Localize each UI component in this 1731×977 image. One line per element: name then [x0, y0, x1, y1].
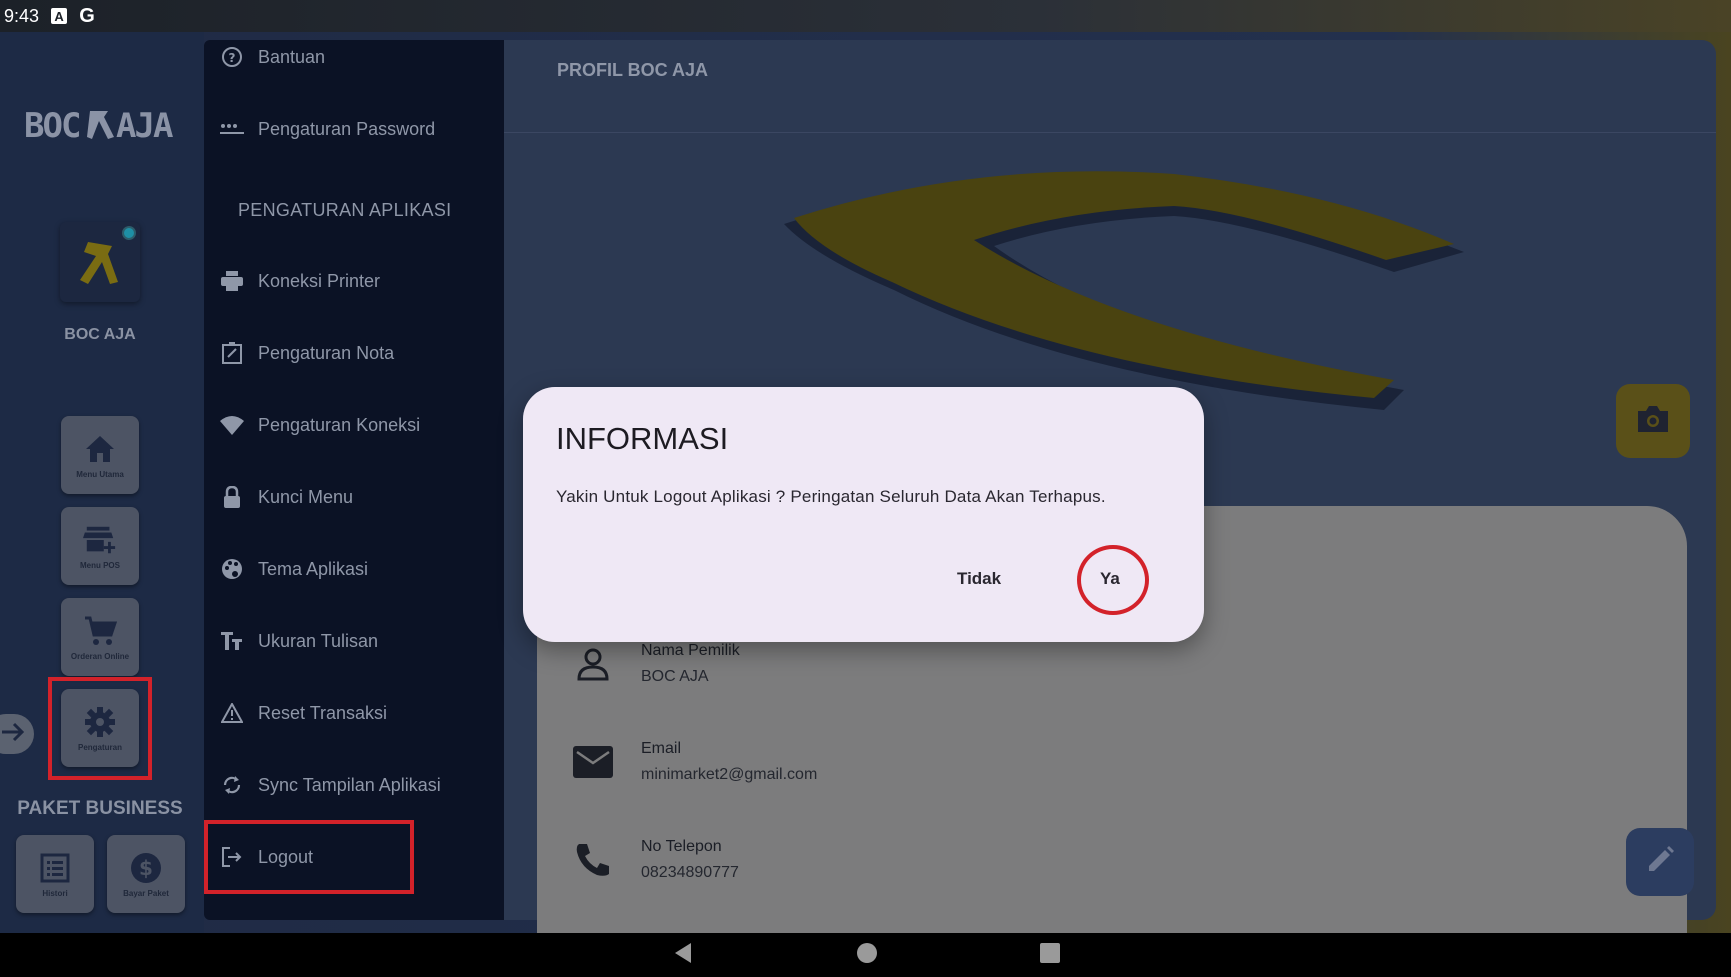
left-rail: BOC AJA BOC AJA Menu Utama Menu POS Orde… [0, 32, 204, 933]
printer-icon [220, 269, 244, 293]
svg-text:$: $ [139, 856, 153, 880]
store-avatar[interactable] [60, 222, 140, 302]
expand-rail-button[interactable] [0, 714, 34, 754]
home-icon [83, 432, 117, 466]
list-icon [38, 851, 72, 885]
drawer-item-tema-aplikasi[interactable]: Tema Aplikasi [204, 544, 504, 594]
camera-icon [1635, 404, 1671, 439]
a-notification-icon: A [51, 8, 68, 24]
svg-text:AJA: AJA [116, 106, 173, 146]
drawer-item-sync-tampilan[interactable]: Sync Tampilan Aplikasi [204, 760, 504, 810]
google-icon: G [79, 4, 95, 27]
mail-icon [571, 740, 615, 784]
logout-highlight [204, 820, 414, 894]
drawer-section-title: PENGATURAN APLIKASI [238, 200, 452, 220]
lock-icon [220, 485, 244, 509]
menu-pos-button[interactable]: Menu POS [61, 507, 139, 585]
home-nav-icon[interactable] [855, 941, 879, 970]
info-row-nama: Nama Pemilik BOC AJA [571, 642, 740, 686]
confirm-highlight-circle [1077, 545, 1149, 615]
warning-icon [220, 701, 244, 725]
cart-icon [83, 614, 117, 648]
recents-icon[interactable] [1039, 942, 1061, 969]
drawer-item-reset-transaksi[interactable]: Reset Transaksi [204, 688, 504, 738]
dialog-cancel-button[interactable]: Tidak [957, 559, 1001, 599]
svg-text:?: ? [229, 51, 236, 65]
drawer-item-koneksi-printer[interactable]: Koneksi Printer [204, 256, 504, 306]
drawer-item-ukuran-tulisan[interactable]: Ukuran Tulisan [204, 616, 504, 666]
wifi-icon [220, 413, 244, 437]
pengaturan-highlight [48, 677, 152, 780]
edit-profile-button[interactable] [1626, 828, 1694, 896]
logo-graphic: BOC AJA [24, 106, 174, 146]
app-screen: BOC AJA BOC AJA Menu Utama Menu POS Orde… [0, 32, 1731, 933]
app-logo: BOC AJA [24, 100, 174, 148]
store-name: BOC AJA [64, 326, 136, 343]
header-divider [504, 132, 1716, 133]
settings-drawer: ? Bantuan Pengaturan Password PENGATURAN… [204, 40, 504, 920]
status-bar: 9:43 A G [0, 0, 1731, 32]
drawer-item-pengaturan-password[interactable]: Pengaturan Password [204, 104, 504, 154]
pencil-icon [1645, 845, 1675, 880]
drawer-item-pengaturan-nota[interactable]: Pengaturan Nota [204, 328, 504, 378]
info-row-telepon: No Telepon 08234890777 [571, 838, 739, 882]
store-add-icon [83, 523, 117, 557]
drawer-item-bantuan[interactable]: ? Bantuan [204, 32, 504, 82]
paket-label: PAKET BUSINESS [17, 798, 183, 819]
person-icon [571, 642, 615, 686]
menu-utama-button[interactable]: Menu Utama [61, 416, 139, 494]
histori-button[interactable]: Histori [16, 835, 94, 913]
dialog-title: INFORMASI [556, 421, 729, 456]
change-cover-button[interactable] [1616, 384, 1690, 458]
logout-confirm-dialog: INFORMASI Yakin Untuk Logout Aplikasi ? … [523, 387, 1204, 642]
system-nav-bar [0, 933, 1731, 977]
help-icon: ? [220, 45, 244, 69]
page-title: PROFIL BOC AJA [557, 60, 709, 80]
arrow-right-icon [0, 721, 26, 748]
orderan-online-button[interactable]: Orderan Online [61, 598, 139, 676]
phone-icon [571, 838, 615, 882]
dollar-icon: $ [129, 851, 163, 885]
svg-text:BOC: BOC [24, 106, 79, 146]
drawer-item-pengaturan-koneksi[interactable]: Pengaturan Koneksi [204, 400, 504, 450]
status-time: 9:43 [4, 5, 40, 26]
text-size-icon [220, 629, 244, 653]
note-edit-icon [220, 341, 244, 365]
palette-icon [220, 557, 244, 581]
back-icon[interactable] [671, 941, 695, 970]
sync-icon [220, 773, 244, 797]
store-logo-icon [80, 242, 118, 284]
bayar-paket-button[interactable]: $ Bayar Paket [107, 835, 185, 913]
password-icon [220, 117, 244, 141]
drawer-item-kunci-menu[interactable]: Kunci Menu [204, 472, 504, 522]
online-dot [122, 226, 136, 240]
info-row-email: Email minimarket2@gmail.com [571, 740, 817, 784]
dialog-message: Yakin Untuk Logout Aplikasi ? Peringatan… [556, 487, 1106, 506]
